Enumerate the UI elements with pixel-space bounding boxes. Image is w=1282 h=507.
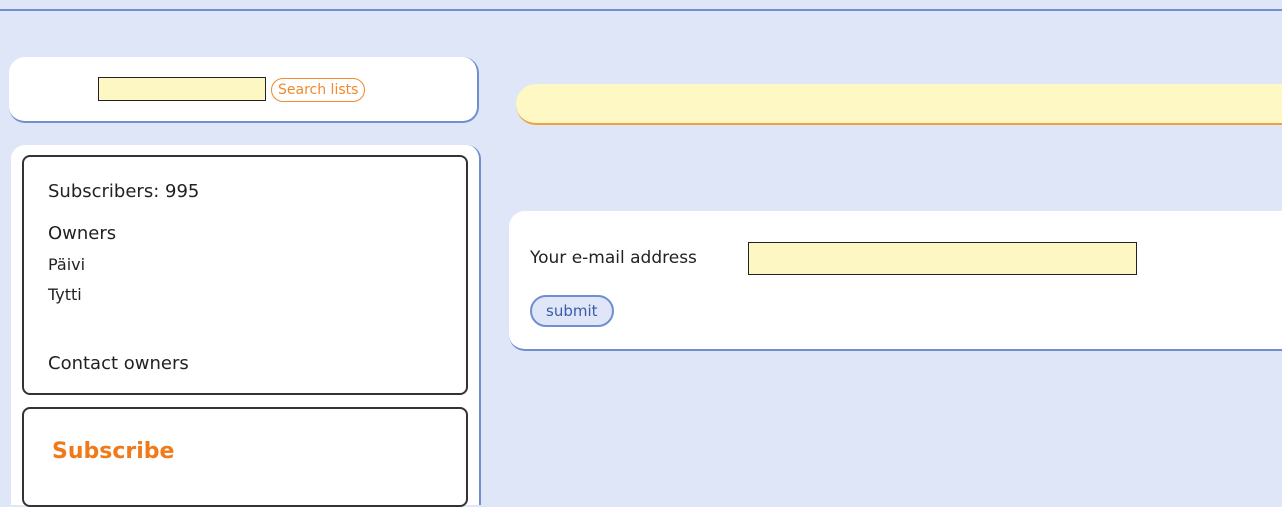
subscribe-box: Subscribe	[22, 407, 468, 507]
list-info-box: Subscribers: 995 Owners Päivi Tytti Cont…	[22, 155, 468, 395]
email-label: Your e-mail address	[530, 248, 697, 268]
submit-button[interactable]: submit	[530, 295, 614, 327]
owner-item: Tytti	[48, 285, 82, 304]
subscribers-count: Subscribers: 995	[48, 181, 200, 202]
subscribe-title[interactable]: Subscribe	[52, 439, 174, 464]
subscribe-form-panel: Your e-mail address submit	[509, 211, 1282, 351]
search-lists-button[interactable]: Search lists	[271, 78, 366, 102]
contact-owners-link[interactable]: Contact owners	[48, 353, 189, 374]
email-field[interactable]	[748, 242, 1137, 275]
search-panel: Search lists	[9, 57, 479, 123]
search-input[interactable]	[98, 77, 266, 101]
top-divider	[0, 9, 1282, 11]
owner-item: Päivi	[48, 255, 86, 274]
owners-heading: Owners	[48, 223, 117, 244]
header-bar	[516, 84, 1282, 125]
